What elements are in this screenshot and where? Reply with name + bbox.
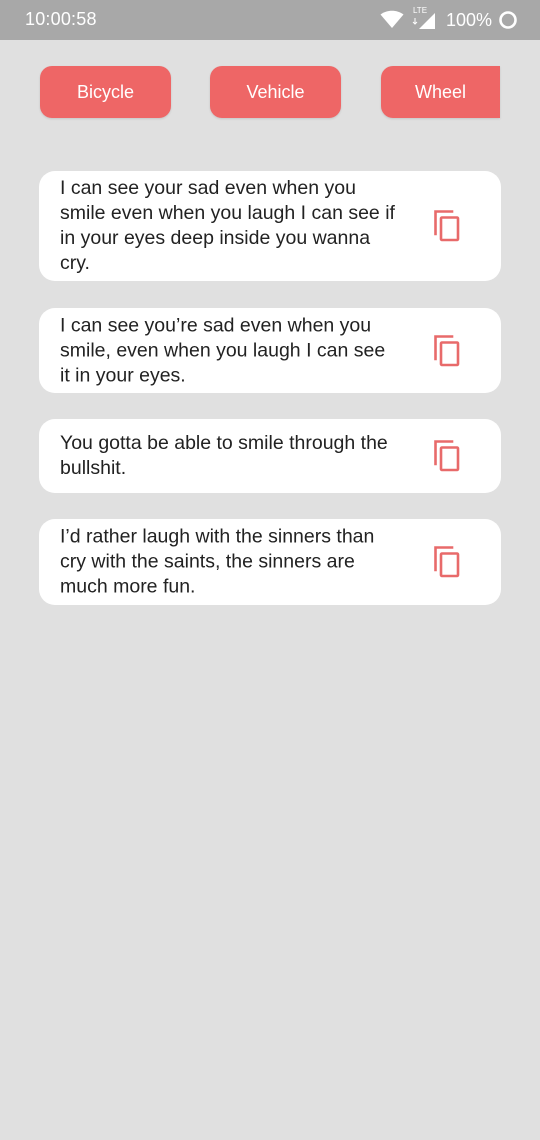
quote-card: You gotta be able to smile through the b… bbox=[39, 419, 501, 493]
quote-card: I can see you’re sad even when you smile… bbox=[39, 308, 501, 393]
copy-icon[interactable] bbox=[432, 440, 462, 472]
battery-percentage: 100% bbox=[445, 9, 492, 30]
lte-signal-icon: LTE bbox=[410, 6, 436, 31]
quote-text: I can see your sad even when you smile e… bbox=[60, 177, 395, 274]
battery-icon bbox=[498, 10, 518, 30]
status-bar: 10:00:58 LTE 100% bbox=[0, 0, 540, 40]
quote-text: I can see you’re sad even when you smile… bbox=[60, 314, 386, 386]
status-icons: LTE 100% bbox=[380, 6, 518, 32]
tab-vehicle[interactable]: Vehicle bbox=[210, 66, 341, 118]
tab-bicycle[interactable]: Bicycle bbox=[40, 66, 171, 118]
quote-card: I can see your sad even when you smile e… bbox=[39, 171, 501, 281]
copy-icon[interactable] bbox=[432, 210, 462, 242]
category-tabs: Bicycle Vehicle Wheel bbox=[0, 66, 540, 118]
status-time: 10:00:58 bbox=[25, 9, 97, 29]
copy-icon[interactable] bbox=[432, 546, 462, 578]
quote-card: I’d rather laugh with the sinners than c… bbox=[39, 519, 501, 605]
quote-text: You gotta be able to smile through the b… bbox=[60, 432, 388, 479]
tab-wheel[interactable]: Wheel bbox=[381, 66, 500, 118]
copy-icon[interactable] bbox=[432, 334, 462, 367]
quote-text: I’d rather laugh with the sinners than c… bbox=[60, 525, 375, 598]
wifi-icon bbox=[380, 10, 404, 30]
